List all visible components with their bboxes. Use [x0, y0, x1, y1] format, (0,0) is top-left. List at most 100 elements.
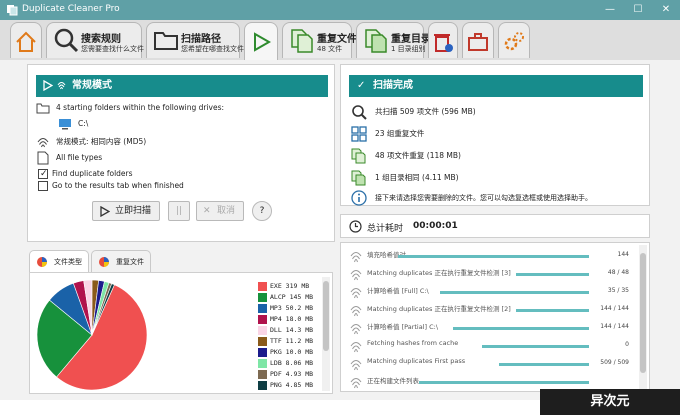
help-button[interactable]: ?: [252, 201, 272, 221]
tab-duplicate-files-sub: 48 文件: [317, 45, 343, 53]
log-entry: Matching duplicates First pass 509 / 509: [349, 355, 633, 373]
computer-icon: [59, 119, 71, 130]
log-entry-count: 0: [625, 341, 629, 348]
window-title: Duplicate Cleaner Pro: [22, 4, 120, 14]
legend-label: ALCP 145 MB: [270, 293, 314, 301]
tab-search-rules-label: 搜索规则: [81, 34, 121, 45]
log-entry-progress: [499, 363, 589, 366]
minimize-button[interactable]: —: [598, 2, 622, 18]
goto-results-checkbox[interactable]: [38, 181, 48, 191]
cancel-button[interactable]: ✕ 取消: [196, 201, 244, 221]
fingerprint-icon: [350, 252, 362, 263]
close-button[interactable]: ✕: [654, 2, 678, 18]
file-types-text: All file types: [56, 153, 103, 162]
fingerprint-icon: [350, 378, 362, 389]
trash-icon: [434, 34, 453, 52]
tab-scan-location[interactable]: 扫描路径 您希望在哪查找文件: [146, 22, 244, 58]
log-scrollbar[interactable]: [639, 245, 647, 391]
tab-duplicate-folders-sub: 1 目录组别: [391, 45, 426, 53]
scan-mode-row: 常规模式: 相同内容 (MD5): [36, 135, 326, 149]
gears-icon: [504, 32, 524, 51]
legend-label: PDF 4.93 MB: [270, 370, 314, 378]
title-bar: Duplicate Cleaner Pro — ☐ ✕: [0, 0, 680, 20]
stat-folders-text: 1 组目录相同 (4.11 MB): [375, 173, 459, 182]
duplicate-folders-icon: [351, 170, 366, 186]
goto-results-row[interactable]: Go to the results tab when finished: [36, 179, 326, 193]
file-types-row: All file types: [36, 151, 326, 165]
home-icon: [16, 31, 36, 52]
play-icon: [254, 32, 272, 52]
fingerprint-icon: [350, 306, 362, 317]
log-scrollbar-thumb[interactable]: [640, 253, 646, 373]
fingerprint-icon: [350, 270, 362, 281]
watermark: 异次元 iPlaySoft.com: [540, 389, 680, 415]
fingerprint-icon: [57, 82, 66, 90]
legend-scrollbar-thumb[interactable]: [323, 281, 329, 351]
pie-chart-icon: [99, 257, 109, 267]
fingerprint-icon: [37, 138, 49, 148]
log-entry: 计算哈希值 [Full] C:\ 35 / 35: [349, 283, 633, 301]
stat-scanned-text: 共扫描 509 项文件 (596 MB): [375, 107, 476, 116]
log-entry: Fetching hashes from cache 0: [349, 337, 633, 355]
tab-duplicate-files-label: 重复文件: [317, 34, 357, 45]
scan-complete-header: ✓ 扫描完成: [349, 75, 643, 97]
main-tab-strip: 搜索规则 您需要查找什么文件 扫描路径 您希望在哪查找文件 重复文件 48 文件…: [0, 20, 680, 60]
log-entry-text: 计算哈希值 [Full] C:\: [367, 287, 429, 295]
log-entry-text: Matching duplicates First pass: [367, 357, 466, 365]
stat-duplicates-text: 48 项文件重复 (118 MB): [375, 151, 461, 160]
legend-label: LDB 8.06 MB: [270, 359, 314, 367]
find-dup-folders-checkbox[interactable]: [38, 167, 48, 181]
tab-options[interactable]: [498, 22, 530, 58]
log-entry-count: 144 / 144: [600, 323, 629, 330]
legend-swatch: [258, 315, 267, 324]
scan-log-panel: 填充哈希值对 144 Matching duplicates 正在执行重复文件检测 …: [340, 242, 650, 392]
duplicate-folders-icon: [365, 29, 387, 53]
legend-swatch: [258, 381, 267, 390]
tab-duplicates-label: 重复文件: [116, 258, 144, 266]
log-entry-text: 正在构建文件列表...: [367, 377, 426, 385]
tab-file-types[interactable]: 文件类型: [29, 250, 89, 273]
log-entry-progress: [515, 273, 589, 276]
log-entry-text: Matching duplicates 正在执行重复文件检测 [3]: [367, 269, 511, 277]
tab-scan[interactable]: [244, 22, 278, 60]
log-entry: 计算哈希值 [Partial] C:\ 144 / 144: [349, 319, 633, 337]
tab-duplicate-files[interactable]: 重复文件 48 文件: [282, 22, 357, 58]
maximize-button[interactable]: ☐: [626, 2, 650, 18]
log-entry-text: Fetching hashes from cache: [367, 339, 459, 347]
scan-now-label: 立即扫描: [115, 206, 152, 216]
cancel-icon: ✕: [203, 206, 211, 216]
tab-duplicate-folders[interactable]: 重复目录 1 目录组别: [356, 22, 431, 58]
starting-folders-row: 4 starting folders within the following …: [36, 101, 326, 115]
tab-search-rules-sub: 您需要查找什么文件: [81, 45, 144, 53]
tab-file-remover[interactable]: [428, 22, 458, 58]
clock-icon: [349, 220, 362, 233]
toolbox-icon: [468, 33, 488, 51]
tab-search-rules[interactable]: 搜索规则 您需要查找什么文件: [46, 22, 144, 58]
tab-duplicates[interactable]: 重复文件: [91, 250, 151, 272]
fingerprint-icon: [350, 342, 362, 353]
pause-button[interactable]: ||: [168, 201, 190, 221]
legend-scrollbar[interactable]: [322, 277, 330, 391]
stat-groups-text: 23 组重复文件: [375, 129, 425, 138]
play-icon: [100, 206, 110, 217]
legend-label: DLL 14.3 MB: [270, 326, 314, 334]
legend-label: MP3 50.2 MB: [270, 304, 314, 312]
drive-row: C:\: [58, 117, 326, 131]
tab-scan-location-label: 扫描路径: [181, 34, 221, 45]
tab-duplicate-folders-label: 重复目录: [391, 34, 431, 45]
scan-now-button[interactable]: 立即扫描: [92, 201, 160, 221]
tab-home[interactable]: [10, 22, 42, 58]
total-time-panel: 总计耗时 00:00:01: [340, 214, 650, 238]
log-entry: 填充哈希值对 144: [349, 247, 633, 265]
log-entry-progress: [452, 327, 589, 330]
file-type-pie-chart: [36, 279, 148, 391]
scan-mode-text: 常规模式: 相同内容 (MD5): [56, 137, 147, 146]
legend-swatch: [258, 293, 267, 302]
log-entry-text: Matching duplicates 正在执行重复文件检测 [2]: [367, 305, 511, 313]
tab-toolbox[interactable]: [462, 22, 494, 58]
log-entry-progress: [515, 309, 589, 312]
fingerprint-icon: [350, 360, 362, 371]
scan-mode-title: 常规模式: [72, 80, 112, 91]
search-icon: [54, 28, 79, 53]
chart-panel: EXE 319 MB ALCP 145 MB MP3 50.2 MB MP4 18.0…: [29, 272, 333, 394]
